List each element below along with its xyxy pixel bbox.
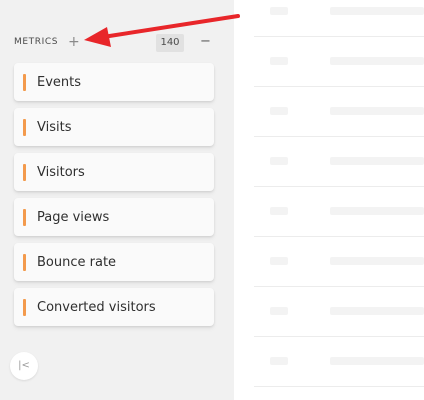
metric-list: Events Visits Visitors Page views Bounce…	[14, 63, 214, 333]
metric-label: Page views	[37, 210, 110, 225]
placeholder-cell	[270, 357, 288, 365]
table-row	[254, 186, 424, 237]
collapse-left-icon: |<	[18, 360, 30, 371]
minus-icon[interactable]: −	[200, 33, 211, 51]
table-row	[254, 36, 424, 87]
placeholder-cell	[330, 107, 424, 115]
metric-item-events[interactable]: Events	[14, 63, 214, 101]
metric-color-bar	[23, 209, 26, 226]
metrics-header: METRICS + 140 −	[14, 34, 214, 52]
metric-color-bar	[23, 119, 26, 136]
metrics-sidebar: METRICS + 140 − Events Visits Visitors P…	[0, 0, 234, 400]
placeholder-cell	[270, 7, 288, 15]
placeholder-cell	[330, 357, 424, 365]
main-content	[234, 0, 424, 400]
metric-item-converted-visitors[interactable]: Converted visitors	[14, 288, 214, 326]
placeholder-cell	[270, 257, 288, 265]
metric-label: Visitors	[37, 165, 85, 180]
placeholder-cell	[270, 157, 288, 165]
placeholder-cell	[270, 57, 288, 65]
metrics-title: METRICS	[14, 37, 59, 47]
placeholder-cell	[270, 307, 288, 315]
add-metric-icon[interactable]: +	[68, 33, 80, 51]
metric-color-bar	[23, 254, 26, 271]
placeholder-cell	[330, 157, 424, 165]
metric-label: Converted visitors	[37, 300, 156, 315]
table-row	[254, 336, 424, 387]
placeholder-cell	[330, 257, 424, 265]
metric-label: Visits	[37, 120, 72, 135]
placeholder-cell	[330, 7, 424, 15]
metric-color-bar	[23, 74, 26, 91]
metric-color-bar	[23, 164, 26, 181]
table-row	[254, 0, 424, 37]
table-row	[254, 236, 424, 287]
metric-item-page-views[interactable]: Page views	[14, 198, 214, 236]
metric-label: Bounce rate	[37, 255, 117, 270]
placeholder-cell	[330, 307, 424, 315]
placeholder-cell	[270, 107, 288, 115]
table-row	[254, 86, 424, 137]
placeholder-cell	[330, 57, 424, 65]
metric-item-bounce-rate[interactable]: Bounce rate	[14, 243, 214, 281]
metric-label: Events	[37, 75, 82, 90]
collapse-sidebar-button[interactable]: |<	[10, 352, 38, 380]
metric-color-bar	[23, 299, 26, 316]
table-row	[254, 136, 424, 187]
placeholder-cell	[270, 207, 288, 215]
metric-item-visitors[interactable]: Visitors	[14, 153, 214, 191]
metrics-count-badge: 140	[156, 34, 184, 52]
metric-item-visits[interactable]: Visits	[14, 108, 214, 146]
placeholder-cell	[330, 207, 424, 215]
table-row	[254, 286, 424, 337]
